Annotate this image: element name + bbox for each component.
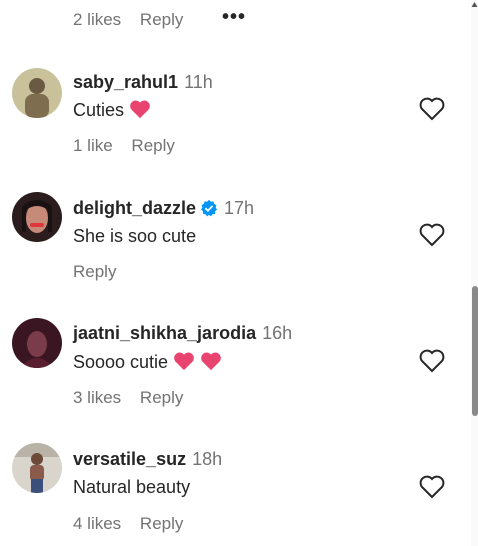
comment-author[interactable]: versatile_suz 18h [73, 449, 222, 470]
comment-author[interactable]: delight_dazzle 17h [73, 198, 254, 219]
comment-meta: 4 likes Reply [73, 514, 183, 534]
comment-meta-top: 2 likes Reply [73, 10, 183, 30]
timestamp: 11h [184, 72, 213, 92]
timestamp: 17h [224, 198, 255, 218]
username[interactable]: saby_rahul1 [73, 72, 178, 92]
like-heart-icon[interactable] [419, 475, 445, 499]
reply-button[interactable]: Reply [73, 262, 116, 281]
scrollbar-track[interactable] [471, 0, 478, 546]
comment-meta: 3 likes Reply [73, 388, 183, 408]
timestamp: 16h [262, 323, 293, 343]
heart-emoji-icon [130, 100, 150, 119]
comment-author[interactable]: saby_rahul1 11h [73, 72, 213, 93]
username[interactable]: delight_dazzle [73, 198, 196, 218]
comment-meta: 1 like Reply [73, 136, 175, 156]
comment-text: Cuties [73, 99, 151, 121]
timestamp: 18h [192, 449, 223, 469]
comment-text: Soooo cutie [73, 351, 222, 373]
likes-count[interactable]: 3 likes [73, 388, 121, 407]
comment-text: She is soo cute [73, 226, 197, 246]
likes-count[interactable]: 4 likes [73, 514, 121, 533]
reply-button[interactable]: Reply [140, 514, 183, 533]
likes-count[interactable]: 1 like [73, 136, 113, 155]
avatar[interactable] [12, 68, 62, 118]
scroll-up-arrow-icon[interactable] [471, 0, 478, 10]
avatar[interactable] [12, 318, 62, 368]
like-heart-icon[interactable] [419, 349, 445, 373]
likes-count[interactable]: 2 likes [73, 10, 121, 29]
avatar[interactable] [12, 443, 62, 493]
avatar[interactable] [12, 192, 62, 242]
reply-button[interactable]: Reply [140, 10, 183, 29]
heart-emoji-icon [174, 352, 194, 371]
reply-button[interactable]: Reply [131, 136, 174, 155]
more-options-icon[interactable]: ••• [222, 6, 246, 29]
like-heart-icon[interactable] [419, 97, 445, 121]
username[interactable]: jaatni_shikha_jarodia [73, 323, 256, 343]
reply-button[interactable]: Reply [140, 388, 183, 407]
comment-author[interactable]: jaatni_shikha_jarodia 16h [73, 323, 292, 344]
comment-text: Natural beauty [73, 477, 191, 497]
scrollbar-thumb[interactable] [472, 286, 478, 416]
username[interactable]: versatile_suz [73, 449, 186, 469]
verified-badge-icon [201, 199, 218, 217]
heart-emoji-icon [201, 352, 221, 371]
comment-meta: Reply [73, 262, 116, 282]
like-heart-icon[interactable] [419, 223, 445, 247]
